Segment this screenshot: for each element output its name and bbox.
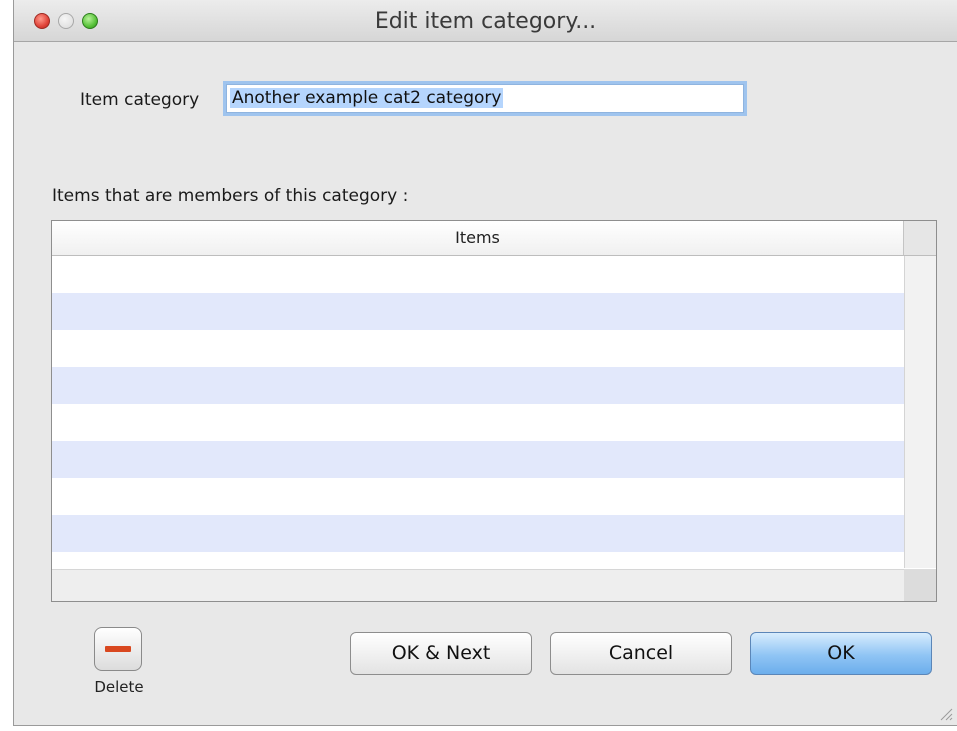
items-column-header[interactable]: Items (52, 221, 904, 256)
cancel-button[interactable]: Cancel (550, 632, 732, 675)
vertical-scrollbar[interactable] (904, 256, 936, 568)
resize-grip-icon[interactable] (937, 705, 953, 721)
members-label: Items that are members of this category … (52, 186, 409, 206)
table-row[interactable] (52, 256, 904, 293)
ok-next-button[interactable]: OK & Next (350, 632, 532, 675)
items-table[interactable]: Items (51, 220, 937, 602)
table-row[interactable] (52, 441, 904, 478)
ok-button[interactable]: OK (750, 632, 932, 675)
edit-item-category-window: Edit item category... Item category Anot… (13, 0, 957, 726)
delete-button[interactable] (94, 627, 142, 671)
delete-label: Delete (94, 678, 144, 696)
table-row[interactable] (52, 330, 904, 367)
table-row[interactable] (52, 478, 904, 515)
title-bar[interactable]: Edit item category... (14, 0, 957, 42)
table-row[interactable] (52, 515, 904, 552)
table-row[interactable] (52, 293, 904, 330)
window-title: Edit item category... (374, 9, 597, 34)
item-category-label: Item category (80, 90, 200, 110)
item-category-value: Another example cat2 category (230, 88, 504, 108)
item-category-input[interactable]: Another example cat2 category (226, 84, 744, 113)
scroll-corner (904, 569, 936, 601)
table-row[interactable] (52, 367, 904, 404)
items-table-body[interactable] (52, 256, 904, 569)
horizontal-scrollbar[interactable] (52, 569, 904, 601)
table-row[interactable] (52, 404, 904, 441)
header-corner (904, 221, 936, 256)
minus-icon (105, 646, 131, 652)
